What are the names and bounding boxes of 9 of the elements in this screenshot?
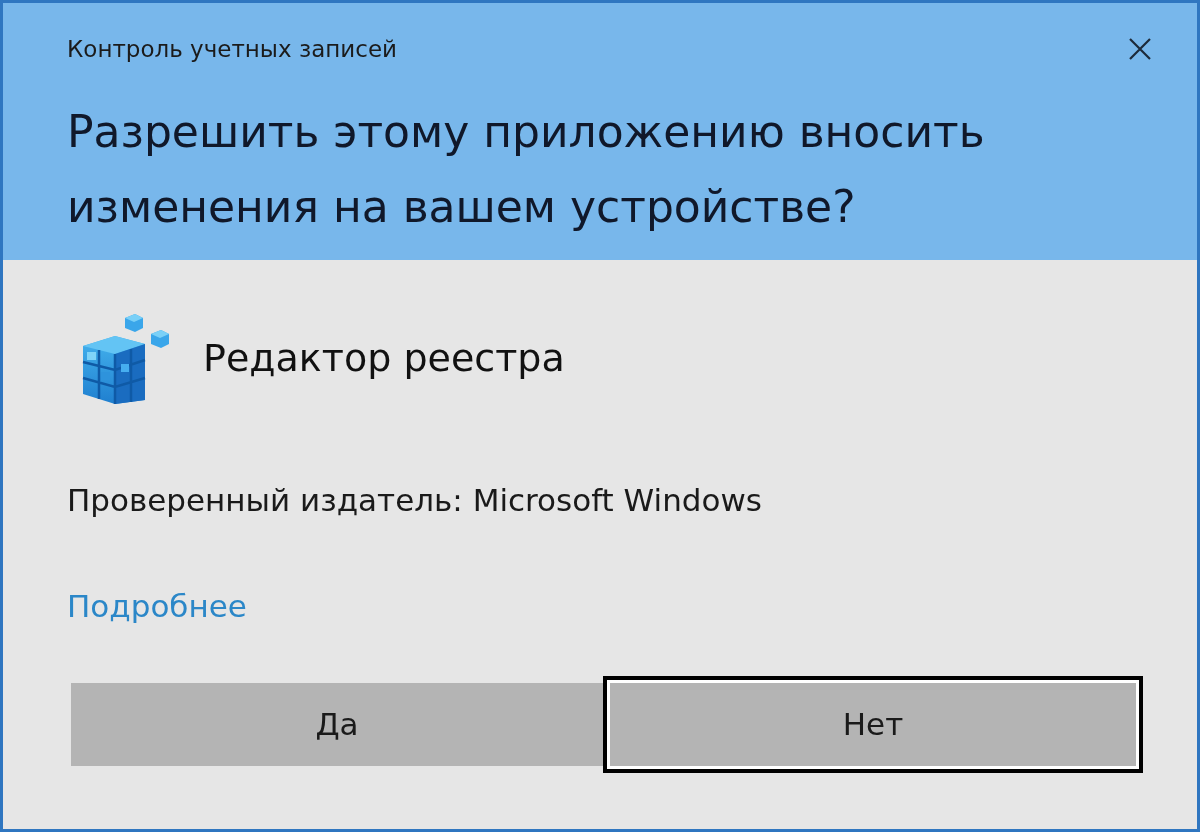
dialog-button[interactable]: Нет	[603, 676, 1143, 773]
publisher-text: Проверенный издатель: Microsoft Windows	[67, 481, 763, 520]
dialog-button[interactable]: Да	[71, 683, 603, 766]
cubes-icon	[81, 312, 171, 404]
dialog-heading: Разрешить этому приложению вносить изменения на вашем устройстве?	[67, 105, 986, 234]
close-button[interactable]	[1127, 36, 1153, 62]
window-title: Контроль учетных записей	[67, 35, 397, 63]
app-name: Редактор реестра	[203, 335, 565, 381]
close-icon	[1129, 38, 1151, 60]
